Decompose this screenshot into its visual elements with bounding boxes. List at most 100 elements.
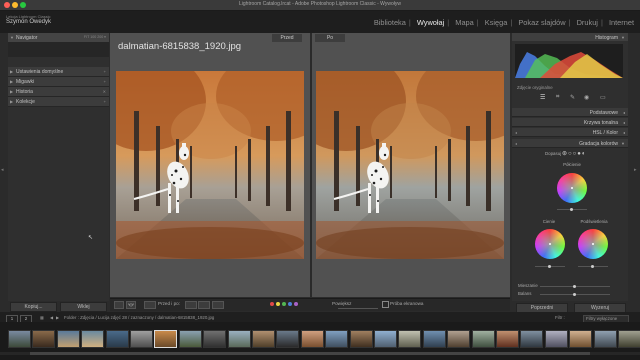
filmstrip-thumbnail[interactable] — [276, 330, 300, 348]
expand-triangle-icon: ◂ — [622, 119, 625, 125]
navigator-zoom-options[interactable]: FIT 100 200 ▾ — [84, 35, 106, 39]
filmstrip-thumbnail[interactable] — [154, 330, 178, 348]
before-after-view-icon[interactable]: Y|Y — [126, 301, 136, 309]
module-mapa[interactable]: Mapa — [455, 18, 474, 27]
filmstrip-thumbnail[interactable] — [569, 330, 593, 348]
slider-knob[interactable] — [570, 208, 573, 211]
before-photo[interactable] — [116, 71, 304, 259]
filmstrip-thumbnail[interactable] — [520, 330, 544, 348]
filmstrip-thumbnail[interactable] — [178, 330, 202, 348]
left-panel-toggle-icon[interactable]: ◂ — [1, 167, 4, 173]
grading-mode-icons[interactable]: ⊛○○●◐ — [562, 150, 587, 157]
filmstrip-thumbnail[interactable] — [496, 330, 519, 348]
tone-curve-header[interactable]: Krzywa tonalna ◂ — [512, 118, 628, 127]
copy-before-to-after-icon[interactable] — [198, 301, 210, 309]
collections-header[interactable]: ▶ Kolekcje + — [8, 97, 109, 107]
filmstrip-thumbnail[interactable] — [130, 330, 153, 348]
shadows-color-wheel[interactable] — [535, 229, 565, 259]
filmstrip-path[interactable]: Folder : Zdjęcia / Lucija zdjęć 28 / zaz… — [64, 315, 214, 320]
mouse-cursor-icon: ↖ — [88, 235, 94, 241]
add-preset-icon[interactable]: + — [104, 69, 106, 74]
after-label: Po — [315, 34, 345, 42]
panel-switch-icon[interactable]: ◂ — [515, 141, 517, 146]
snapshots-header[interactable]: ▶ Migawki + — [8, 77, 109, 87]
zoom-slider[interactable] — [338, 308, 378, 309]
paste-settings-button[interactable]: Wklej — [60, 302, 107, 312]
slider-knob[interactable] — [591, 265, 594, 268]
slider-knob[interactable] — [548, 265, 551, 268]
color-grading-header[interactable]: ◂ Gradacja kolorów ▼ — [512, 139, 628, 148]
forward-arrow-icon[interactable]: ▶ — [56, 315, 59, 320]
module-drukuj[interactable]: Drukuj — [577, 18, 598, 27]
filmstrip-thumbnail[interactable] — [544, 330, 568, 348]
label-purple-icon[interactable] — [294, 302, 298, 306]
red-eye-icon[interactable]: ◉ — [584, 94, 589, 101]
healing-icon[interactable]: ✎ — [570, 94, 575, 101]
copy-after-to-before-icon[interactable] — [212, 301, 224, 309]
filter-label: Filtr : — [555, 315, 565, 320]
filmstrip-thumbnail[interactable] — [398, 330, 422, 348]
filmstrip-thumbnail[interactable] — [422, 330, 446, 348]
slider-knob[interactable] — [573, 293, 576, 296]
highlights-color-wheel[interactable] — [578, 229, 608, 259]
filmstrip-thumbnail[interactable] — [374, 330, 397, 348]
label-green-icon[interactable] — [282, 302, 286, 306]
filmstrip-thumbnail[interactable] — [203, 330, 227, 348]
midtones-label: Półcienie — [563, 162, 581, 167]
edit-sliders-icon[interactable]: ☰ — [540, 94, 545, 101]
filmstrip-thumbnail[interactable] — [32, 330, 56, 348]
view-mode-dropdown[interactable] — [144, 301, 156, 309]
label-red-icon[interactable] — [270, 302, 274, 306]
filmstrip-thumbnail[interactable] — [252, 330, 275, 348]
right-panel-toggle-icon[interactable]: ▸ — [634, 167, 637, 173]
module-pokaz-slajdow[interactable]: Pokaz slajdów — [518, 18, 565, 27]
midtones-color-wheel[interactable] — [557, 173, 587, 203]
balance-label: Balans — [518, 291, 532, 296]
slider-knob[interactable] — [573, 285, 576, 288]
history-header[interactable]: ▶ Historia ✕ — [8, 87, 109, 97]
after-photo[interactable] — [316, 71, 504, 259]
collections-label: Kolekcje — [16, 99, 35, 105]
navigator-header[interactable]: ▼ Navigator FIT 100 200 ▾ — [8, 33, 109, 43]
navigator-preview[interactable] — [8, 43, 109, 57]
filmstrip-thumbnail[interactable] — [8, 330, 31, 348]
histogram-chart[interactable] — [515, 44, 623, 78]
filmstrip-scroll-thumb[interactable] — [30, 352, 590, 355]
filmstrip-thumbnail[interactable] — [81, 330, 105, 348]
module-ksiega[interactable]: Księga — [485, 18, 508, 27]
history-label: Historia — [16, 89, 33, 95]
filmstrip-thumbnail[interactable] — [227, 330, 251, 348]
swap-settings-icon[interactable] — [185, 301, 197, 309]
filmstrip-thumbnail[interactable] — [56, 330, 80, 348]
filmstrip-thumbnail[interactable] — [593, 330, 617, 348]
label-yellow-icon[interactable] — [276, 302, 280, 306]
module-wywolaj[interactable]: Wywołaj — [417, 18, 444, 27]
filmstrip-thumbnail[interactable] — [300, 330, 324, 348]
basic-panel-header[interactable]: Podstawowe ◂ — [512, 108, 628, 117]
masking-icon[interactable]: ▭ — [600, 94, 606, 101]
add-snapshot-icon[interactable]: + — [104, 79, 106, 84]
back-arrow-icon[interactable]: ◀ — [50, 315, 53, 320]
presets-header[interactable]: ▶ Ustawienia domyślne + — [8, 67, 109, 77]
soft-proof-checkbox[interactable] — [382, 301, 389, 308]
filmstrip-thumbnail[interactable] — [325, 330, 349, 348]
filmstrip-thumbnail[interactable] — [105, 330, 129, 348]
panel-switch-icon[interactable]: ◂ — [515, 130, 517, 135]
expand-triangle-icon: ▶ — [10, 99, 14, 104]
module-internet[interactable]: Internet — [609, 18, 634, 27]
filmstrip-thumbnail[interactable] — [447, 330, 471, 348]
histogram-graph — [515, 52, 623, 78]
histogram-header[interactable]: Histogram ▼ — [512, 33, 628, 41]
filmstrip-thumbnail[interactable] — [618, 330, 640, 348]
crop-icon[interactable]: ⌗ — [556, 94, 559, 101]
filmstrip-thumbnail[interactable] — [349, 330, 373, 348]
label-blue-icon[interactable] — [288, 302, 292, 306]
hsl-panel-header[interactable]: ◂ HSL / Kolor ◂ — [512, 128, 628, 137]
clear-history-icon[interactable]: ✕ — [103, 89, 106, 94]
module-biblioteka[interactable]: Biblioteka — [374, 18, 406, 27]
filmstrip-thumbnail[interactable] — [471, 330, 495, 348]
copy-settings-button[interactable]: Kopiuj... — [10, 302, 57, 312]
add-collection-icon[interactable]: + — [104, 99, 106, 104]
loupe-view-icon[interactable] — [114, 301, 124, 309]
grid-view-icon[interactable]: ▦ — [40, 315, 44, 320]
